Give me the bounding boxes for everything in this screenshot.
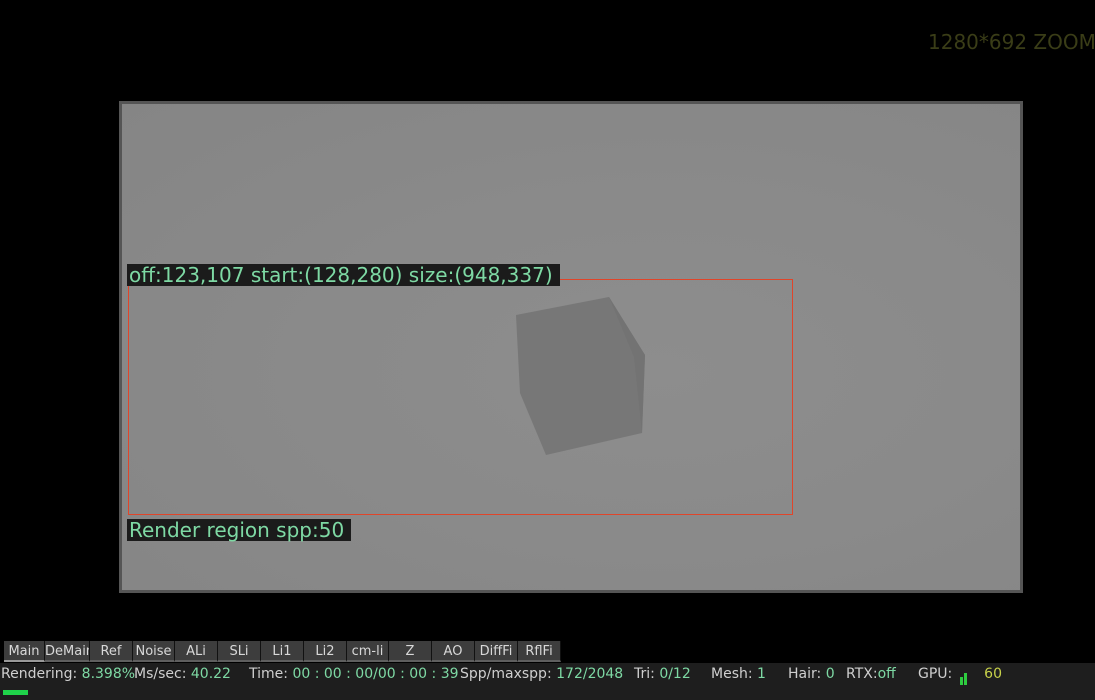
resolution-zoom-label: 1280*692 ZOOM:	[928, 30, 1095, 54]
tab-li2[interactable]: Li2	[304, 641, 347, 662]
tri-label: Tri:	[634, 666, 655, 682]
tri-status: Tri: 0/12	[634, 663, 691, 685]
tab-demain[interactable]: DeMain	[45, 641, 90, 662]
rtx-status: RTX:off	[846, 663, 896, 685]
status-bar: Rendering: 8.398% Ms/sec: 40.22 Time: 00…	[0, 663, 1095, 685]
render-viewport[interactable]: off:123,107 start:(128,280) size:(948,33…	[119, 101, 1023, 593]
hair-label: Hair:	[788, 666, 822, 682]
render-progress-bar	[0, 685, 1095, 700]
gpu-meter-icon	[959, 663, 968, 685]
hair-value: 0	[825, 666, 835, 682]
render-region-rect[interactable]	[128, 279, 793, 515]
time-label: Time:	[249, 666, 288, 682]
spp-status: Spp/maxspp: 172/2048	[460, 663, 623, 685]
tab-rflfi[interactable]: RflFi	[518, 641, 561, 662]
tab-main[interactable]: Main	[4, 641, 45, 662]
tab-sli[interactable]: SLi	[218, 641, 261, 662]
rtx-value: off	[877, 666, 896, 682]
gpu-value: 60	[984, 666, 1002, 682]
mssec-value: 40.22	[190, 666, 231, 682]
gpu-label: GPU:	[918, 666, 953, 682]
region-info-label: off:123,107 start:(128,280) size:(948,33…	[127, 264, 560, 286]
tab-ao[interactable]: AO	[432, 641, 475, 662]
tab-ref[interactable]: Ref	[90, 641, 133, 662]
mesh-label: Mesh:	[711, 666, 753, 682]
tab-li1[interactable]: Li1	[261, 641, 304, 662]
tab-cm-li[interactable]: cm-li	[347, 641, 389, 662]
rtx-label: RTX:	[846, 666, 878, 682]
spp-value: 172/2048	[556, 666, 624, 682]
tab-difffi[interactable]: DiffFi	[475, 641, 518, 662]
tab-z[interactable]: Z	[389, 641, 432, 662]
tab-noise[interactable]: Noise	[133, 641, 175, 662]
mesh-value: 1	[757, 666, 766, 682]
gpu-status: GPU: 60	[918, 663, 1002, 685]
hair-status: Hair: 0	[788, 663, 835, 685]
spp-label: Spp/maxspp:	[460, 666, 552, 682]
mssec-status: Ms/sec: 40.22	[134, 663, 231, 685]
tri-value: 0/12	[659, 666, 691, 682]
tab-ali[interactable]: ALi	[175, 641, 218, 662]
mesh-status: Mesh: 1	[711, 663, 766, 685]
render-progress-fill	[3, 690, 28, 695]
rendering-label: Rendering:	[1, 666, 78, 682]
time-status: Time: 00 : 00 : 00/00 : 00 : 39	[249, 663, 459, 685]
rendering-status: Rendering: 8.398%	[1, 663, 135, 685]
time-value: 00 : 00 : 00/00 : 00 : 39	[292, 666, 459, 682]
mssec-label: Ms/sec:	[134, 666, 187, 682]
render-pass-tabs: Main DeMain Ref Noise ALi SLi Li1 Li2 cm…	[4, 641, 561, 663]
region-spp-label: Render region spp:50	[127, 519, 352, 541]
rendering-value: 8.398%	[81, 666, 136, 682]
